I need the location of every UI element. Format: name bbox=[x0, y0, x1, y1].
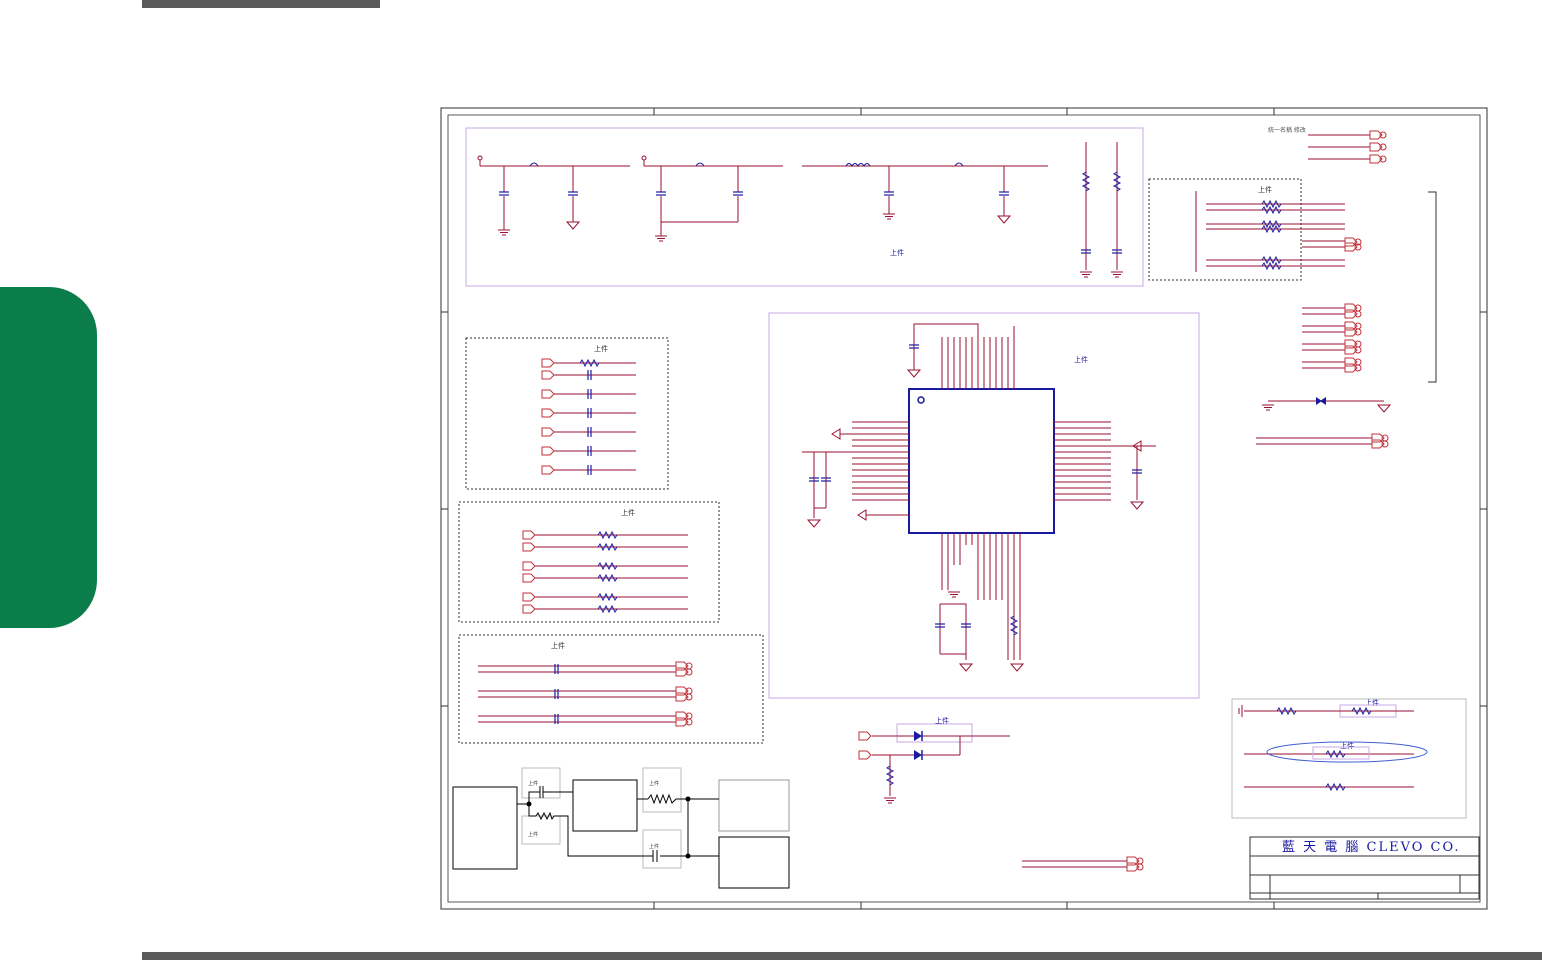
part-label: 上件 bbox=[551, 641, 565, 650]
main-ic-section: 上件 bbox=[768, 312, 1200, 699]
part-label: 上件 bbox=[890, 248, 904, 257]
part-label: 上件 bbox=[1365, 698, 1379, 707]
option-resistor-block: 上件 上件 bbox=[1231, 698, 1467, 819]
schematic-diagram: 上件 上件 統一名稱 修改 上件 上件 上件 上件 上件 上件 上件 上件 上件… bbox=[440, 107, 1488, 910]
top-right-signals: 統一名稱 修改 bbox=[1256, 126, 1437, 449]
part-label: 上件 bbox=[528, 780, 538, 787]
part-label: 上件 bbox=[649, 780, 659, 787]
part-label: 上件 bbox=[1074, 355, 1088, 364]
part-label: 上件 bbox=[1340, 741, 1354, 750]
note-text: 統一名稱 修改 bbox=[1268, 126, 1306, 134]
differential-capacitor-block: 上件 bbox=[458, 634, 764, 744]
bottom-signal-pair bbox=[1022, 860, 1127, 868]
company-title: 藍 天 電 腦 CLEVO CO. bbox=[1282, 840, 1461, 855]
title-block: 藍 天 電 腦 CLEVO CO. bbox=[1249, 836, 1480, 900]
resistor-pack-block: 上件 bbox=[1148, 178, 1362, 281]
part-label: 上件 bbox=[621, 508, 635, 517]
diode-section: 上件 bbox=[858, 716, 1010, 804]
part-label: 上件 bbox=[1258, 185, 1272, 194]
part-label: 上件 bbox=[935, 716, 949, 725]
bottom-block-diagram: 上件 上件 上件 上件 bbox=[452, 767, 790, 889]
sheet-inner-frame bbox=[447, 114, 1481, 903]
part-label: 上件 bbox=[594, 344, 608, 353]
part-label: 上件 bbox=[528, 831, 538, 838]
power-filter-section: 上件 bbox=[465, 127, 1144, 287]
part-label: 上件 bbox=[649, 843, 659, 850]
main-ic-chip bbox=[908, 388, 1055, 534]
series-resistor-block: 上件 bbox=[458, 501, 720, 623]
coupling-capacitor-block: 上件 bbox=[465, 337, 669, 490]
